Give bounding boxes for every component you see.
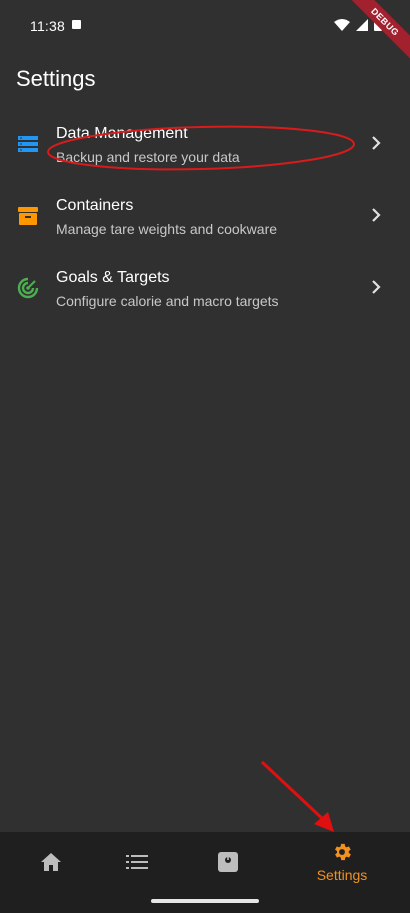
inventory-box-icon: [18, 207, 38, 225]
nav-label-settings: Settings: [316, 867, 368, 883]
settings-item-subtitle: Backup and restore your data: [56, 149, 240, 165]
settings-item-title: Data Management: [56, 125, 188, 142]
settings-item-subtitle: Manage tare weights and cookware: [56, 221, 278, 237]
status-bar: 11:38: [0, 0, 410, 48]
settings-item-title: Containers: [56, 197, 134, 214]
annotation-arrow: [260, 760, 334, 832]
settings-item-title: Goals & Targets: [56, 269, 170, 286]
page-title: Settings: [16, 66, 96, 91]
home-icon: [41, 853, 61, 871]
settings-item-goals-targets[interactable]: Goals & Targets Configure calorie and ma…: [0, 252, 410, 324]
signal-icon: [356, 18, 368, 31]
home-indicator[interactable]: [151, 899, 259, 903]
scale-icon: [218, 852, 238, 872]
nav-item-settings[interactable]: Settings: [291, 832, 393, 892]
battery-icon: [374, 18, 382, 31]
nav-item-list[interactable]: [86, 832, 188, 892]
settings-item-subtitle: Configure calorie and macro targets: [56, 293, 279, 309]
chevron-right-icon: [372, 280, 381, 294]
status-icons: [334, 18, 382, 31]
wifi-icon: [334, 18, 350, 31]
settings-list: Data Management Backup and restore your …: [0, 108, 410, 324]
nav-item-scale[interactable]: [177, 832, 279, 892]
notification-icon: [72, 20, 81, 29]
target-icon: [17, 277, 39, 299]
storage-icon: [18, 136, 38, 152]
settings-item-containers[interactable]: Containers Manage tare weights and cookw…: [0, 180, 410, 252]
settings-item-data-management[interactable]: Data Management Backup and restore your …: [0, 108, 410, 180]
list-icon: [126, 855, 148, 869]
chevron-right-icon: [372, 208, 381, 222]
gear-icon: [335, 843, 351, 861]
status-time: 11:38: [30, 18, 65, 34]
chevron-right-icon: [372, 136, 381, 150]
